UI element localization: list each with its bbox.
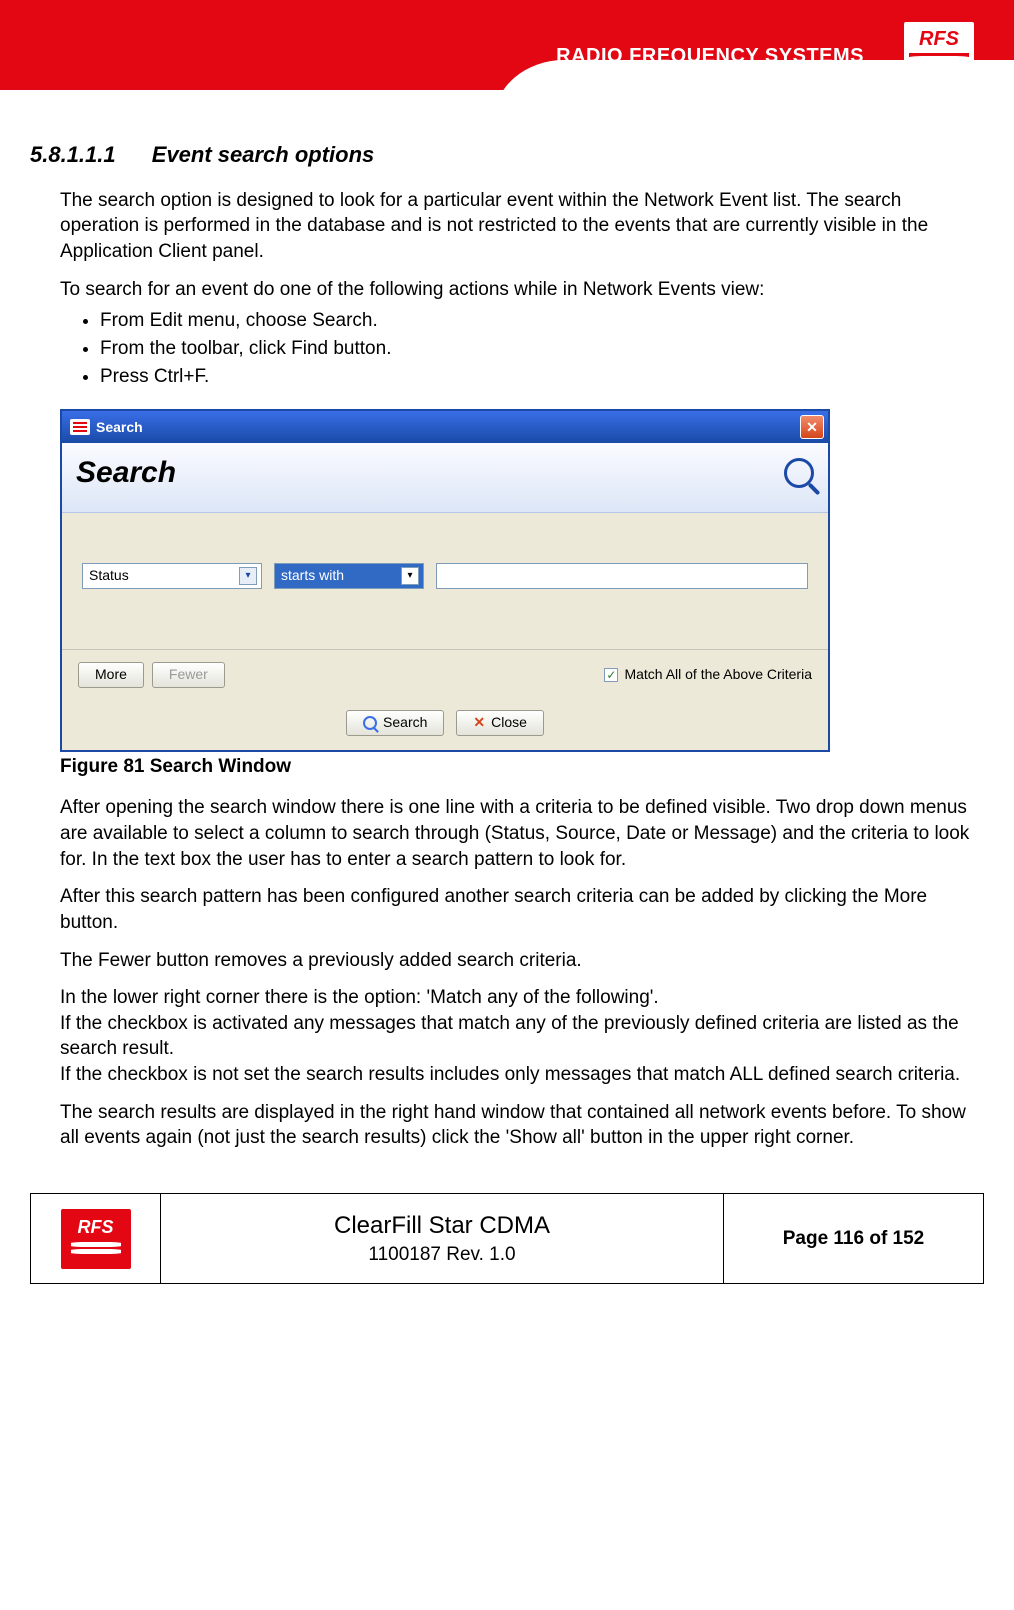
search-icon xyxy=(363,716,377,730)
close-button-label: Close xyxy=(491,713,527,732)
rfs-logo-icon: RFS xyxy=(61,1209,131,1269)
field-dropdown[interactable]: Status ▾ xyxy=(82,563,262,589)
search-button-label: Search xyxy=(383,713,427,732)
page-header: RADIO FREQUENCY SYSTEMS RFS xyxy=(0,0,1014,110)
paragraph-howto: To search for an event do one of the fol… xyxy=(60,277,974,303)
search-heading: Search xyxy=(76,453,176,494)
header-swoop xyxy=(494,60,1014,120)
paragraph: After this search pattern has been confi… xyxy=(60,884,974,935)
match-all-checkbox[interactable]: ✓ Match All of the Above Criteria xyxy=(604,665,812,684)
criteria-controls-row: More Fewer ✓ Match All of the Above Crit… xyxy=(62,649,828,700)
close-icon[interactable]: ✕ xyxy=(800,415,824,439)
footer-doc-rev: 1100187 Rev. 1.0 xyxy=(161,1244,723,1266)
search-button[interactable]: Search xyxy=(346,710,444,736)
fewer-button[interactable]: Fewer xyxy=(152,662,225,688)
footer-doc-title: ClearFill Star CDMA xyxy=(334,1212,550,1239)
section-heading: 5.8.1.1.1 Event search options xyxy=(30,140,974,170)
paragraph: The Fewer button removes a previously ad… xyxy=(60,948,974,974)
document-body: 5.8.1.1.1 Event search options The searc… xyxy=(0,110,1014,1173)
search-window-figure: Search ✕ Search Status ▾ starts with ▾ M… xyxy=(60,409,830,752)
footer-title-cell: ClearFill Star CDMA 1100187 Rev. 1.0 xyxy=(161,1194,724,1284)
page-number: Page 116 of 152 xyxy=(783,1228,925,1249)
dialog-action-row: Search ✕ Close xyxy=(62,700,828,750)
paragraph-intro: The search option is designed to look fo… xyxy=(60,188,974,265)
window-title-bar[interactable]: Search ✕ xyxy=(62,411,828,443)
logo-waves-icon xyxy=(71,1240,121,1260)
more-button[interactable]: More xyxy=(78,662,144,688)
page-footer: RFS ClearFill Star CDMA 1100187 Rev. 1.0… xyxy=(30,1193,984,1284)
footer-page-cell: Page 116 of 152 xyxy=(724,1194,984,1284)
search-header-panel: Search xyxy=(62,443,828,513)
close-icon: ✕ xyxy=(473,713,485,732)
paragraph: After opening the search window there is… xyxy=(60,795,974,872)
logo-text: RFS xyxy=(919,28,959,51)
match-all-label: Match All of the Above Criteria xyxy=(624,665,812,684)
paragraph: The search results are displayed in the … xyxy=(60,1100,974,1151)
checkbox-icon[interactable]: ✓ xyxy=(604,668,618,682)
logo-text: RFS xyxy=(78,1217,114,1238)
search-text-input[interactable] xyxy=(436,563,808,589)
condition-dropdown-value: starts with xyxy=(281,566,401,585)
condition-dropdown[interactable]: starts with ▾ xyxy=(274,563,424,589)
paragraph: In the lower right corner there is the o… xyxy=(60,985,974,1088)
window-app-icon xyxy=(70,419,90,435)
magnifier-icon xyxy=(784,458,814,488)
field-dropdown-value: Status xyxy=(89,566,239,585)
close-button[interactable]: ✕ Close xyxy=(456,710,544,736)
figure-caption: Figure 81 Search Window xyxy=(60,754,974,780)
section-number: 5.8.1.1.1 xyxy=(30,142,116,167)
footer-logo-cell: RFS xyxy=(31,1194,161,1284)
bullet-item: From the toolbar, click Find button. xyxy=(100,336,974,362)
chevron-down-icon[interactable]: ▾ xyxy=(239,567,257,585)
bullet-item: Press Ctrl+F. xyxy=(100,364,974,390)
criteria-row: Status ▾ starts with ▾ xyxy=(62,513,828,649)
bullet-list: From Edit menu, choose Search. From the … xyxy=(100,308,974,389)
section-title: Event search options xyxy=(152,142,375,167)
chevron-down-icon[interactable]: ▾ xyxy=(401,567,419,585)
bullet-item: From Edit menu, choose Search. xyxy=(100,308,974,334)
window-title: Search xyxy=(96,418,800,437)
